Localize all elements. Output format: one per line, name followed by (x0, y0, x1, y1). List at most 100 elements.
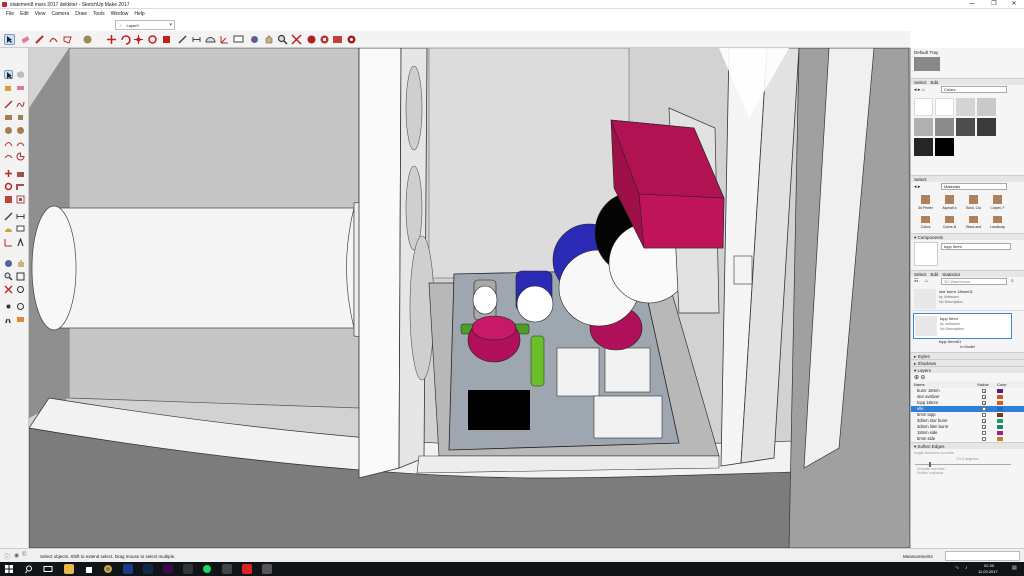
menu-tools[interactable]: Tools (90, 9, 108, 18)
zoom-window-icon[interactable] (16, 272, 25, 281)
materials-library-select[interactable]: Materials (941, 183, 1007, 190)
menu-file[interactable]: File (3, 9, 17, 18)
follow-me-tool-icon[interactable] (161, 34, 172, 45)
text-tool-icon[interactable] (233, 34, 244, 45)
sandbox-icon[interactable] (346, 34, 357, 45)
file-explorer-icon[interactable] (64, 564, 74, 574)
tape-measure-tool-icon[interactable] (177, 34, 188, 45)
material-item[interactable]: Asphalt a (938, 194, 961, 214)
rotated-rectangle-icon[interactable] (16, 113, 25, 122)
position-camera-icon[interactable] (4, 302, 13, 311)
components-search-input[interactable]: 3D Warehouse (941, 278, 1007, 285)
layer-row[interactable]: 5mm side (911, 436, 1024, 442)
material-item[interactable]: Brick, Cla (962, 194, 985, 214)
rectangle-icon[interactable] (4, 113, 13, 122)
eraser-tool-icon[interactable] (20, 34, 31, 45)
tab-edit[interactable]: Edit (931, 272, 939, 277)
walk-icon[interactable] (4, 315, 13, 324)
pan-tool-icon[interactable] (263, 34, 274, 45)
swatch[interactable] (935, 118, 954, 136)
chrome-icon[interactable] (103, 564, 113, 574)
menu-camera[interactable]: Camera (48, 9, 72, 18)
material-item[interactable]: Glass and (962, 215, 985, 231)
arc-tool-icon[interactable] (48, 34, 59, 45)
component-name-field[interactable]: topp 5mm (941, 243, 1011, 250)
extension-warehouse-icon[interactable] (319, 34, 330, 45)
zoom-extents-tool-icon[interactable] (291, 34, 302, 45)
push-pull-tool-icon[interactable] (82, 34, 93, 45)
view-options-icon[interactable]: ☷ (914, 278, 918, 284)
menu-view[interactable]: View (32, 9, 49, 18)
line-icon[interactable] (4, 100, 13, 109)
two-point-arc-icon[interactable] (16, 139, 25, 148)
soften-coplanar-option[interactable]: Soften coplanar (911, 471, 1024, 475)
paint-bucket-icon[interactable] (4, 83, 13, 92)
swatch[interactable] (935, 138, 954, 156)
swatch[interactable] (914, 138, 933, 156)
rotate-tool-icon[interactable] (120, 34, 131, 45)
search-icon[interactable]: ⌕ (1011, 278, 1014, 284)
swatch[interactable] (914, 98, 933, 116)
move-tool-icon[interactable] (106, 34, 117, 45)
swatch[interactable] (956, 98, 975, 116)
warehouse-icon[interactable] (306, 34, 317, 45)
model-viewport[interactable] (29, 48, 910, 548)
taskbar-app-icon[interactable] (262, 564, 272, 574)
material-item[interactable]: 3d Printer (914, 194, 937, 214)
menu-draw[interactable]: Draw (72, 9, 90, 18)
freehand-icon[interactable] (16, 100, 25, 109)
zoom-tool-icon[interactable] (277, 34, 288, 45)
swatch[interactable] (956, 118, 975, 136)
remove-layer-icon[interactable]: ⊖ (920, 375, 925, 381)
calculator-icon[interactable] (183, 564, 193, 574)
spotify-icon[interactable] (202, 564, 212, 574)
material-item[interactable]: Landscap (986, 215, 1009, 231)
offset-icon[interactable] (16, 195, 25, 204)
section-plane-icon[interactable] (16, 315, 25, 324)
menu-window[interactable]: Window (108, 9, 132, 18)
arc-icon[interactable] (4, 139, 13, 148)
swatch[interactable] (935, 98, 954, 116)
start-windows-icon[interactable] (4, 564, 14, 574)
scale-tool-icon[interactable] (133, 34, 144, 45)
circle-icon[interactable] (4, 126, 13, 135)
shape-tool-icon[interactable] (62, 34, 73, 45)
soften-edges-header[interactable]: ▾ Soften Edges (911, 442, 1024, 449)
info-icon[interactable]: ⓘ (4, 552, 10, 561)
offset-tool-icon[interactable] (147, 34, 158, 45)
search-icon[interactable] (24, 564, 34, 574)
make-component-icon[interactable] (16, 70, 25, 79)
tab-select[interactable]: Select (914, 80, 927, 85)
pan-icon[interactable] (16, 259, 25, 268)
swatch[interactable] (914, 118, 933, 136)
zoom-icon[interactable] (4, 272, 13, 281)
add-layer-icon[interactable]: ⊕ (914, 375, 919, 381)
menu-edit[interactable]: Edit (17, 9, 32, 18)
components-header[interactable]: ▾ Components (911, 233, 1024, 240)
3d-text-icon[interactable] (16, 237, 25, 247)
eraser-icon[interactable] (16, 83, 25, 92)
look-around-icon[interactable] (16, 302, 25, 311)
home-icon[interactable]: ⌂ (925, 278, 928, 284)
forward-icon[interactable]: ▸ (918, 184, 921, 190)
back-icon[interactable]: ◂ (914, 184, 917, 190)
photoshop-icon[interactable] (143, 564, 153, 574)
credits-icon[interactable]: © (22, 552, 26, 558)
tab-select[interactable]: Select (914, 272, 927, 277)
layer-select[interactable]: ✓ Layer0 ▾ (115, 20, 175, 30)
angle-slider[interactable] (911, 461, 1024, 467)
home-icon[interactable]: ⌂ (922, 87, 925, 93)
push-pull-icon[interactable] (16, 169, 25, 178)
component-list-item[interactable]: stor burnr 18mm01 by Unknown No Descript… (911, 287, 1024, 311)
material-item[interactable]: Colors-N (938, 215, 961, 231)
three-point-arc-icon[interactable] (4, 152, 13, 161)
sketchup-taskbar-icon[interactable] (242, 564, 252, 574)
store-icon[interactable] (84, 564, 94, 574)
protractor-icon[interactable] (4, 225, 13, 234)
measurements-input[interactable] (945, 551, 1020, 561)
styles-header[interactable]: ▸ Styles (911, 352, 1024, 359)
tab-statistics[interactable]: Statistics (942, 272, 960, 277)
rotate-icon[interactable] (4, 182, 13, 191)
premiere-icon[interactable] (163, 564, 173, 574)
taskbar-app-icon[interactable] (222, 564, 232, 574)
